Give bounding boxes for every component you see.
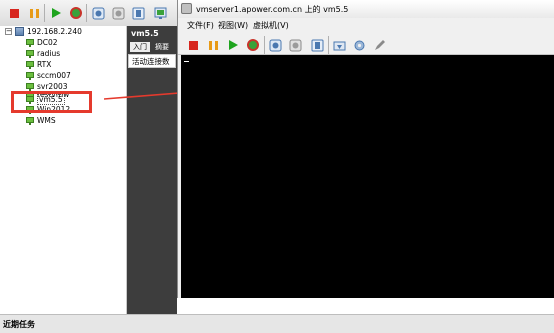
settings-icon[interactable] [351,37,367,53]
host-icon [15,27,24,36]
tree-host-label: 192.168.2.240 [27,27,82,36]
console-toolbar [178,32,554,55]
revert-icon[interactable] [287,37,303,53]
menu-view[interactable]: 视图(W) [218,20,248,31]
tree-item-vm[interactable]: sccm007 [26,70,71,81]
snapshot-icon[interactable] [267,37,283,53]
tree-item-label: radius [37,49,61,58]
refresh-icon[interactable] [245,37,261,53]
vm-detail-panel: vm5.5 入门 摘要 [127,26,177,314]
revert-icon[interactable] [110,5,126,21]
toolbar-separator [86,4,87,22]
refresh-icon[interactable] [68,5,84,21]
play-icon[interactable] [225,37,241,53]
tree-host[interactable]: − 192.168.2.240 [5,26,82,37]
manage-snapshot-icon[interactable] [309,37,325,53]
vm-console-window[interactable]: vmserver1.apower.com.cn 上的 vm5.5 文件(F) 视… [177,0,554,298]
recent-tasks-label: 近期任务 [3,320,35,329]
send-keys-icon[interactable] [331,37,347,53]
toolbar-separator [44,4,45,22]
tree-item-label: WMS [37,116,56,125]
snapshot-icon[interactable] [90,5,106,21]
console-titlebar[interactable]: vmserver1.apower.com.cn 上的 vm5.5 [178,0,554,18]
menu-file[interactable]: 文件(F) [187,20,214,31]
console-screen[interactable] [181,55,554,298]
stop-icon[interactable] [6,5,22,21]
vmware-logo-icon [181,3,192,14]
collapse-icon[interactable]: − [5,28,12,35]
vm-icon [26,71,34,80]
tree-item-label: RTX [37,60,52,69]
console-icon[interactable] [152,5,168,21]
tab-summary[interactable]: 摘要 [152,42,172,52]
tree-item-label: DC02 [37,38,58,47]
pause-icon[interactable] [26,5,42,21]
text-cursor [184,61,189,62]
tree-item-vm[interactable]: WMS [26,115,56,126]
vm-icon [26,60,34,69]
inventory-tree: − 192.168.2.240 DC02 radius RTX sccm007 … [0,26,127,314]
vm-icon [26,116,34,125]
tree-item-vm[interactable]: DC02 [26,37,58,48]
menu-vm[interactable]: 虚拟机(V) [253,20,289,31]
play-icon[interactable] [48,5,64,21]
tab-getting-started[interactable]: 入门 [130,42,150,52]
tree-item-vm[interactable]: RTX [26,59,51,70]
recent-tasks-bar[interactable]: 近期任务 [0,314,554,333]
console-title: vmserver1.apower.com.cn 上的 vm5.5 [196,5,349,14]
active-connections-label: 活动连接数 [128,54,176,68]
vm-panel-title: vm5.5 [131,29,159,38]
edit-icon[interactable] [371,37,387,53]
highlight-box [11,91,92,113]
toolbar-separator [264,36,265,54]
pause-icon[interactable] [205,37,221,53]
toolbar-separator [328,36,329,54]
console-menubar: 文件(F) 视图(W) 虚拟机(V) [178,18,554,32]
vm-icon [26,38,34,47]
stop-icon[interactable] [185,37,201,53]
vm-icon [26,49,34,58]
tree-item-label: sccm007 [37,71,71,80]
tree-item-vm[interactable]: radius [26,48,60,59]
manage-snapshot-icon[interactable] [130,5,146,21]
